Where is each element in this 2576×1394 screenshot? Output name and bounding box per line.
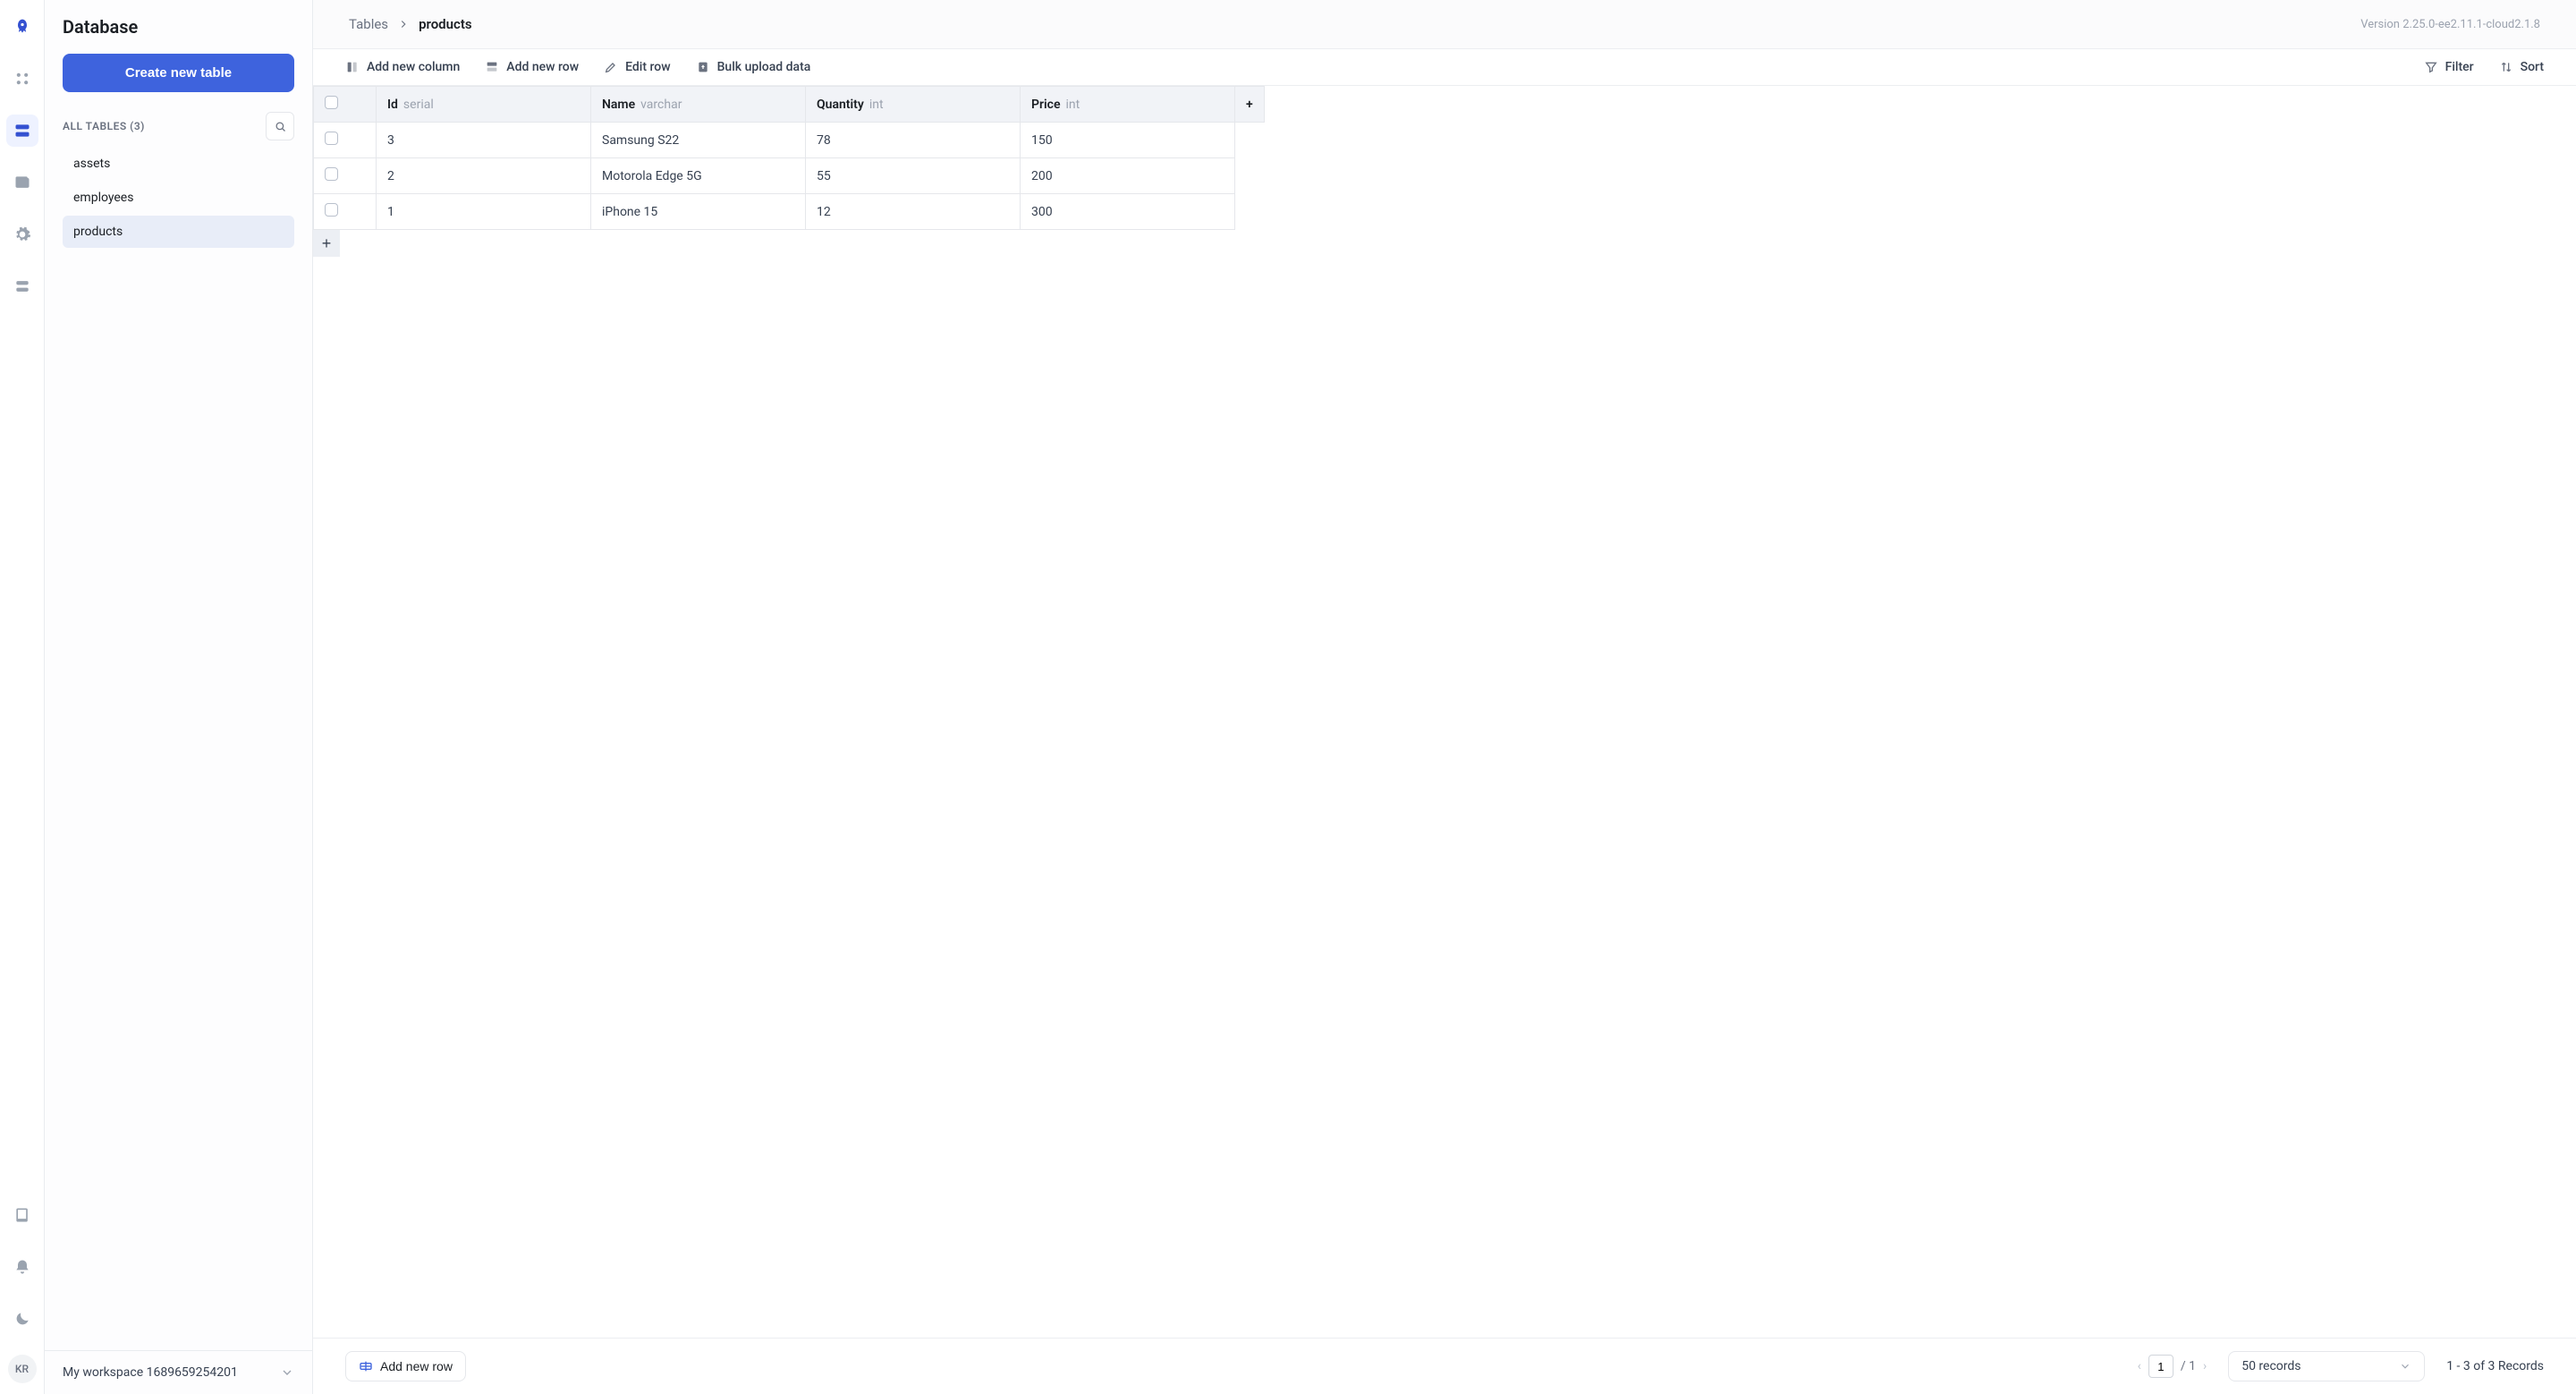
add-row-button[interactable]: Add new row — [485, 60, 579, 74]
workspace-name: My workspace 1689659254201 — [63, 1365, 238, 1380]
sort-icon — [2499, 60, 2513, 74]
add-row-icon — [485, 60, 499, 74]
cell-price[interactable]: 150 — [1021, 123, 1235, 158]
column-type: int — [869, 98, 884, 112]
search-icon — [274, 120, 287, 133]
add-column-button[interactable]: Add new column — [345, 60, 460, 74]
sort-button[interactable]: Sort — [2499, 60, 2544, 74]
column-header-quantity[interactable]: Quantity int — [806, 87, 1021, 123]
cell-id[interactable]: 2 — [377, 158, 591, 194]
version-label: Version 2.25.0-ee2.11.1-cloud2.1.8 — [2360, 18, 2540, 31]
row-checkbox[interactable] — [325, 203, 338, 217]
column-name: Quantity — [817, 98, 864, 112]
column-name: Id — [387, 98, 398, 112]
workspace-switcher[interactable]: My workspace 1689659254201 — [45, 1350, 312, 1394]
filter-icon — [2424, 60, 2438, 74]
column-type: int — [1066, 98, 1080, 112]
bulk-upload-button[interactable]: Bulk upload data — [696, 60, 811, 74]
data-table: Idserial Namevarchar Quantityint Pricein… — [313, 86, 1265, 230]
database-icon[interactable] — [6, 115, 38, 147]
add-column-label: Add new column — [367, 60, 460, 74]
edit-row-button[interactable]: Edit row — [604, 60, 670, 74]
footer-add-row-label: Add new row — [380, 1359, 453, 1373]
pager-prev[interactable]: ‹ — [2138, 1359, 2141, 1373]
user-avatar[interactable]: KR — [8, 1355, 37, 1383]
table-item-assets[interactable]: assets — [63, 148, 294, 180]
table-area: Idserial Namevarchar Quantityint Pricein… — [313, 86, 2576, 1338]
table-row[interactable]: 1 iPhone 15 12 300 — [314, 194, 1265, 230]
rocket-icon[interactable] — [6, 11, 38, 43]
bulk-upload-label: Bulk upload data — [717, 60, 811, 74]
select-all-checkbox[interactable] — [325, 96, 338, 109]
column-type: varchar — [640, 98, 682, 112]
pager-page-input[interactable] — [2148, 1355, 2174, 1378]
chevron-down-icon — [280, 1365, 294, 1380]
all-tables-label: ALL TABLES (3) — [63, 120, 145, 132]
main: Tables products Version 2.25.0-ee2.11.1-… — [313, 0, 2576, 1394]
page-size-select[interactable]: 50 records — [2228, 1351, 2425, 1381]
chevron-right-icon — [397, 18, 410, 30]
cell-quantity[interactable]: 12 — [806, 194, 1021, 230]
server-icon[interactable] — [6, 270, 38, 302]
chevron-down-icon — [2399, 1360, 2411, 1373]
gear-icon[interactable] — [6, 218, 38, 251]
add-column-plus[interactable]: + — [1235, 87, 1265, 123]
add-row-label: Add new row — [506, 60, 579, 74]
create-table-button[interactable]: Create new table — [63, 54, 294, 92]
footer-add-row-button[interactable]: Add new row — [345, 1351, 466, 1381]
icon-rail: KR — [0, 0, 45, 1394]
filter-button[interactable]: Filter — [2424, 60, 2474, 74]
cell-name[interactable]: iPhone 15 — [591, 194, 806, 230]
column-header-name[interactable]: Name varchar — [591, 87, 806, 123]
cell-price[interactable]: 300 — [1021, 194, 1235, 230]
column-name: Price — [1031, 98, 1061, 112]
column-type: serial — [403, 98, 434, 112]
filter-label: Filter — [2445, 60, 2474, 74]
add-row-plus[interactable]: + — [313, 230, 340, 257]
pager-next[interactable]: › — [2203, 1359, 2207, 1373]
pencil-icon — [604, 60, 618, 74]
records-info: 1 - 3 of 3 Records — [2446, 1359, 2544, 1373]
header-checkbox-cell — [314, 87, 377, 123]
cell-name[interactable]: Samsung S22 — [591, 123, 806, 158]
page-size-label: 50 records — [2241, 1359, 2301, 1373]
column-header-id[interactable]: Id serial — [377, 87, 591, 123]
sort-label: Sort — [2521, 60, 2544, 74]
table-row[interactable]: 3 Samsung S22 78 150 — [314, 123, 1265, 158]
cell-quantity[interactable]: 78 — [806, 123, 1021, 158]
edit-row-label: Edit row — [625, 60, 670, 74]
bell-icon[interactable] — [6, 1251, 38, 1283]
pager: ‹ / 1 › — [2138, 1355, 2207, 1378]
moon-icon[interactable] — [6, 1303, 38, 1335]
upload-icon — [696, 60, 710, 74]
sidebar: Database Create new table ALL TABLES (3)… — [45, 0, 313, 1394]
row-checkbox[interactable] — [325, 167, 338, 181]
table-list: assets employees products — [63, 148, 294, 248]
column-name: Name — [602, 98, 635, 112]
search-tables-button[interactable] — [266, 112, 294, 140]
table-footer: Add new row ‹ / 1 › 50 records 1 - 3 of … — [313, 1338, 2576, 1394]
cell-quantity[interactable]: 55 — [806, 158, 1021, 194]
table-item-employees[interactable]: employees — [63, 182, 294, 214]
row-checkbox[interactable] — [325, 132, 338, 145]
plus-row-icon — [359, 1359, 373, 1373]
breadcrumb: Tables products — [349, 16, 472, 32]
topbar: Tables products Version 2.25.0-ee2.11.1-… — [313, 0, 2576, 49]
apps-icon[interactable] — [6, 63, 38, 95]
cell-price[interactable]: 200 — [1021, 158, 1235, 194]
add-column-icon — [345, 60, 360, 74]
wallet-icon[interactable] — [6, 166, 38, 199]
breadcrumb-root[interactable]: Tables — [349, 16, 388, 32]
cell-name[interactable]: Motorola Edge 5G — [591, 158, 806, 194]
book-icon[interactable] — [6, 1199, 38, 1231]
table-item-products[interactable]: products — [63, 216, 294, 248]
table-toolbar: Add new column Add new row Edit row Bulk… — [313, 49, 2576, 86]
column-header-price[interactable]: Price int — [1021, 87, 1235, 123]
pager-total: / 1 — [2181, 1359, 2196, 1373]
breadcrumb-current: products — [419, 16, 472, 32]
page-title: Database — [63, 16, 294, 38]
cell-id[interactable]: 3 — [377, 123, 591, 158]
cell-id[interactable]: 1 — [377, 194, 591, 230]
table-row[interactable]: 2 Motorola Edge 5G 55 200 — [314, 158, 1265, 194]
